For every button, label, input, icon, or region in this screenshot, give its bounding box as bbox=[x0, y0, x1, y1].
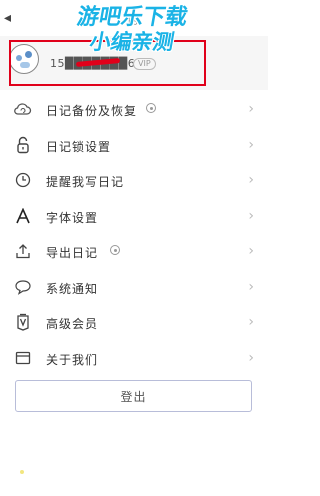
vip-badge-icon bbox=[14, 313, 32, 331]
chevron-right-icon: › bbox=[248, 136, 254, 153]
menu-item-label: 日记锁设置 bbox=[46, 139, 112, 154]
menu-item-vip[interactable]: 高级会员 › bbox=[0, 305, 268, 341]
cloud-sync-icon bbox=[14, 100, 32, 118]
menu-item-reminder[interactable]: 提醒我写日记 › bbox=[0, 163, 268, 199]
chevron-right-icon: › bbox=[248, 101, 254, 117]
badge-dot-icon bbox=[110, 245, 120, 255]
menu-item-label: 提醒我写日记 bbox=[46, 175, 125, 189]
menu-item-label: 日记备份及恢复 bbox=[46, 104, 138, 118]
lock-icon bbox=[14, 136, 32, 154]
back-arrow-icon[interactable]: ◂ bbox=[4, 10, 11, 26]
menu-item-export[interactable]: 导出日记 › bbox=[0, 234, 268, 270]
menu-item-label: 导出日记 bbox=[46, 246, 99, 260]
watermark-line1: 游吧乐下载 bbox=[74, 5, 190, 30]
chevron-right-icon: › bbox=[248, 207, 254, 224]
menu-item-label: 字体设置 bbox=[46, 210, 99, 225]
menu-item-label: 关于我们 bbox=[46, 352, 99, 367]
chat-bubble-icon bbox=[14, 278, 32, 296]
clock-icon bbox=[14, 171, 32, 189]
chevron-right-icon: › bbox=[248, 172, 254, 188]
menu-item-about[interactable]: 关于我们 › bbox=[0, 341, 268, 377]
chevron-right-icon: › bbox=[248, 314, 254, 330]
font-icon bbox=[14, 207, 32, 225]
export-icon bbox=[14, 242, 32, 260]
chevron-right-icon: › bbox=[248, 349, 254, 366]
window-icon bbox=[14, 349, 32, 367]
settings-menu: 日记备份及恢复 › 日记锁设置 › 提醒我写日记 › 字体设置 › 导出日记 › bbox=[0, 92, 268, 376]
decorative-dot bbox=[20, 470, 24, 474]
watermark: 游吧乐下载 小编亲测 bbox=[36, 5, 224, 54]
badge-dot-icon bbox=[146, 103, 156, 113]
menu-item-font[interactable]: 字体设置 › bbox=[0, 199, 268, 235]
watermark-line2: 小编亲测 bbox=[87, 30, 176, 54]
logout-button[interactable]: 登出 bbox=[15, 380, 252, 412]
menu-item-notification[interactable]: 系统通知 › bbox=[0, 270, 268, 306]
chevron-right-icon: › bbox=[248, 278, 254, 295]
menu-item-lock[interactable]: 日记锁设置 › bbox=[0, 128, 268, 164]
menu-item-label: 系统通知 bbox=[46, 281, 99, 296]
chevron-right-icon: › bbox=[248, 243, 254, 259]
menu-item-backup[interactable]: 日记备份及恢复 › bbox=[0, 92, 268, 128]
menu-item-label: 高级会员 bbox=[46, 317, 99, 331]
